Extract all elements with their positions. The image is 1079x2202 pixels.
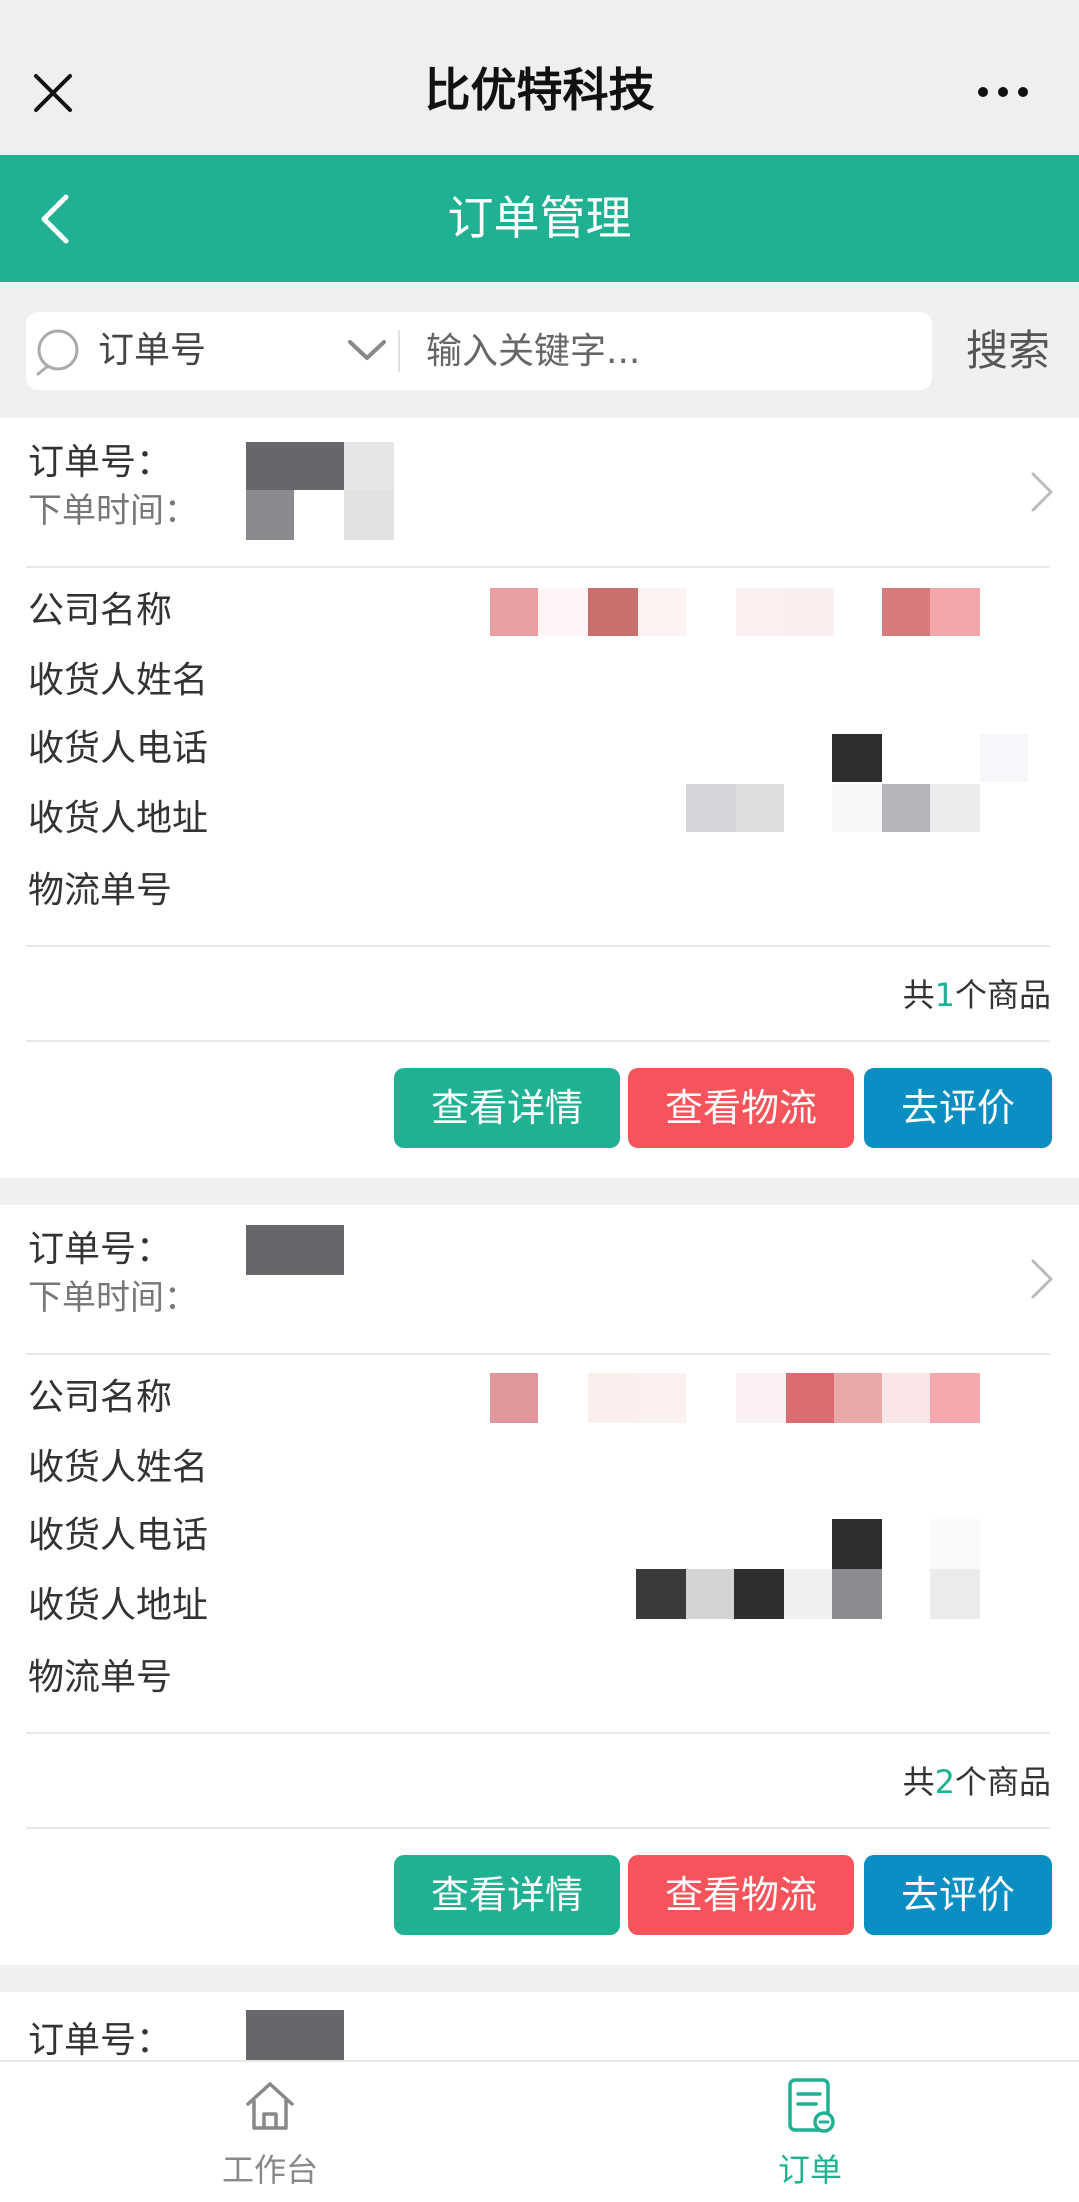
company-name-label: 公司名称 [28, 1377, 173, 1418]
order-time-label: 下单时间： [28, 491, 198, 531]
consignee-address-label: 收货人地址 [28, 798, 209, 839]
count-number: 2 [934, 1763, 955, 1801]
redacted-order-number [246, 442, 396, 558]
divider [26, 1827, 1050, 1829]
search-button[interactable]: 搜索 [958, 312, 1058, 390]
redacted-phone [832, 1519, 980, 1569]
divider [26, 945, 1050, 947]
search-box: 订单号 [26, 312, 932, 390]
view-details-button[interactable]: 查看详情 [394, 1068, 620, 1148]
order-number-label: 订单号： [28, 2020, 173, 2061]
order-card[interactable]: 订单号： 下单时间： 公司名称 收货人姓名 收货人电话 收货人地址 物流单号 共… [0, 418, 1079, 1178]
view-details-button[interactable]: 查看详情 [394, 1855, 620, 1935]
redacted-order-number [246, 1225, 344, 1275]
count-prefix: 共 [902, 976, 935, 1014]
more-options-icon[interactable] [975, 82, 1031, 102]
search-area: 订单号 搜索 [0, 282, 1079, 418]
consignee-name-label: 收货人姓名 [28, 1447, 209, 1488]
tracking-number-label: 物流单号 [28, 1657, 173, 1698]
count-suffix: 个商品 [954, 1763, 1051, 1801]
item-count: 共1个商品 [903, 970, 1051, 1020]
consignee-address-label: 收货人地址 [28, 1585, 209, 1626]
divider [26, 566, 1050, 568]
item-count: 共2个商品 [903, 1757, 1051, 1807]
review-button[interactable]: 去评价 [864, 1068, 1052, 1148]
search-input[interactable] [426, 320, 906, 382]
divider [26, 1732, 1050, 1734]
consignee-name-label: 收货人姓名 [28, 660, 209, 701]
order-card[interactable]: 订单号： 下单时间： 公司名称 收货人姓名 收货人电话 收货人地址 物流单号 共… [0, 1205, 1079, 1965]
search-field-selector[interactable]: 订单号 [98, 312, 206, 390]
chevron-down-icon[interactable] [344, 330, 390, 370]
search-divider [398, 330, 400, 372]
count-prefix: 共 [902, 1763, 935, 1801]
divider [26, 1353, 1050, 1355]
view-logistics-button[interactable]: 查看物流 [628, 1855, 854, 1935]
redacted-address [686, 784, 980, 832]
chevron-right-icon[interactable] [1029, 1257, 1055, 1301]
redacted-address [636, 1569, 980, 1619]
order-card-header[interactable]: 订单号： 下单时间： [0, 418, 1079, 566]
nav-item-workbench[interactable]: 工作台 [0, 2062, 540, 2202]
order-management-page: 比优特科技 订单管理 订单号 搜索 [0, 0, 1079, 2202]
order-list-icon [788, 2078, 835, 2133]
count-number: 1 [934, 976, 955, 1014]
consignee-phone-label: 收货人电话 [28, 728, 209, 769]
redacted-order-number [246, 2010, 344, 2060]
count-suffix: 个商品 [954, 976, 1051, 1014]
divider [26, 1040, 1050, 1042]
order-time-label: 下单时间： [28, 1278, 198, 1318]
redacted-phone [832, 734, 1028, 782]
bottom-navigation: 工作台 订单 [0, 2060, 1079, 2202]
order-card-header[interactable]: 订单号： 下单时间： [0, 1205, 1079, 1353]
view-logistics-button[interactable]: 查看物流 [628, 1068, 854, 1148]
nav-label-orders: 订单 [777, 2151, 842, 2189]
home-icon [246, 2082, 294, 2130]
redacted-company-name [490, 1373, 980, 1423]
order-number-label: 订单号： [28, 442, 173, 483]
chevron-right-icon[interactable] [1029, 470, 1055, 514]
app-title: 比优特科技 [424, 63, 655, 117]
consignee-phone-label: 收货人电话 [28, 1515, 209, 1556]
tracking-number-label: 物流单号 [28, 870, 173, 911]
nav-label-workbench: 工作台 [221, 2151, 318, 2189]
redacted-company-name [490, 588, 980, 636]
app-title-bar: 比优特科技 [0, 0, 1079, 155]
order-number-label: 订单号： [28, 1229, 173, 1270]
review-button[interactable]: 去评价 [864, 1855, 1052, 1935]
search-icon [36, 329, 79, 376]
page-title: 订单管理 [447, 191, 632, 245]
page-header: 订单管理 [0, 155, 1079, 282]
company-name-label: 公司名称 [28, 590, 173, 631]
nav-item-orders[interactable]: 订单 [540, 2062, 1079, 2202]
